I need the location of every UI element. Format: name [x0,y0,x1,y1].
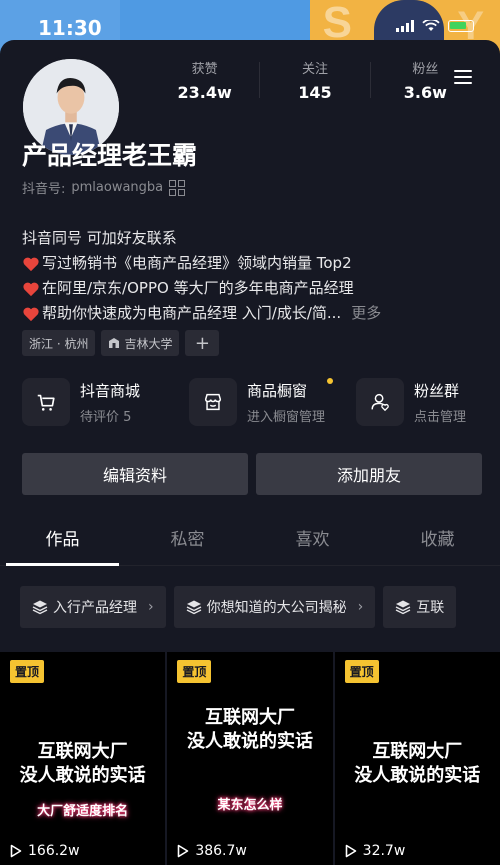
stat-following[interactable]: 关注 145 [260,58,369,102]
chevron-right-icon: › [148,599,154,615]
bio-line: 帮助你快速成为电商产品经理 入门/成长/简... 更多 [22,301,478,326]
service-subtitle: 点击管理 [414,409,467,425]
collection-chip[interactable]: 互联 [383,586,457,628]
collection-chip-label: 你想知道的大公司揭秘 [206,600,347,616]
school-icon [109,338,120,348]
service-title: 粉丝群 [414,381,460,400]
qr-code-icon[interactable] [169,179,186,196]
battery-icon [448,20,474,32]
status-time: 11:30 [38,16,102,40]
tab-likes[interactable]: 喜欢 [250,518,375,565]
bio-line: 在阿里/京东/OPPO 等大厂的多年电商产品经理 [22,276,478,301]
video-title-line: 没人敢说的实话 [354,765,481,786]
cart-icon [22,378,70,426]
service-entries: 抖音商城 待评价 5 商品橱窗 进入橱窗管理 粉丝群 点击管理 [22,377,492,426]
profile-panel: 获赞 23.4w 关注 145 粉丝 3.6w 产品经理老王霸 抖音号: pml… [0,40,500,865]
wifi-icon [422,20,440,31]
bio-line-text: 写过畅销书《电商产品经理》领域内销量 Top2 [42,254,352,272]
video-title-line: 没人敢说的实话 [19,765,146,786]
layers-icon [32,600,48,615]
video-thumbnail[interactable]: 置顶 互联网大厂 没人敢说的实话 大厂舒适度排名 166.2w [0,652,166,865]
video-views-count: 32.7w [362,843,406,859]
service-fan-group[interactable]: 粉丝群 点击管理 [356,378,492,426]
profile-stats: 获赞 23.4w 关注 145 粉丝 3.6w [150,58,480,102]
tab-favorites[interactable]: 收藏 [375,518,500,565]
stat-following-value: 145 [298,83,332,102]
bio-more-link[interactable]: 更多 [351,301,381,326]
fan-group-icon [356,378,404,426]
add-tag-button[interactable]: + [185,330,220,356]
stat-likes[interactable]: 获赞 23.4w [150,58,259,102]
douyin-id-label: 抖音号: [22,182,66,197]
service-title: 商品橱窗 [247,377,334,401]
heart-icon [23,257,39,271]
video-views-count: 166.2w [28,843,80,859]
edit-profile-button[interactable]: 编辑资料 [22,453,248,495]
bio-line-text: 帮助你快速成为电商产品经理 入门/成长/简... [42,304,342,322]
collection-chip-label: 互联 [416,600,445,616]
notification-dot [327,377,334,384]
collection-chip[interactable]: 入行产品经理 › [20,586,166,628]
tab-works[interactable]: 作品 [0,518,125,566]
video-thumbnail[interactable]: 置顶 互联网大厂 没人敢说的实话 某东怎么样 386.7w [167,652,333,865]
profile-actions: 编辑资料 添加朋友 [22,453,482,495]
add-friend-button[interactable]: 添加朋友 [256,453,482,495]
video-grid: 置顶 互联网大厂 没人敢说的实话 大厂舒适度排名 166.2w 置顶 互联网大厂… [0,652,500,865]
service-subtitle: 待评价 5 [80,409,132,425]
douyin-id-row[interactable]: 抖音号: pmlaowangba [22,178,186,197]
location-tag[interactable]: 浙江 · 杭州 [22,330,96,356]
heart-icon [23,282,39,296]
tab-private[interactable]: 私密 [125,518,250,565]
menu-icon[interactable] [454,70,472,84]
layers-icon [186,600,201,615]
shop-window-icon [189,378,237,426]
location-tag-text: 浙江 · 杭州 [29,336,89,351]
service-shop-window[interactable]: 商品橱窗 进入橱窗管理 [189,377,356,426]
school-tag-text: 吉林大学 [124,336,173,351]
video-title-line: 没人敢说的实话 [186,731,313,752]
stat-followers-value: 3.6w [403,83,447,102]
video-views: 32.7w [345,843,406,859]
service-title-text: 商品橱窗 [247,381,308,400]
heart-icon [23,307,39,321]
video-title-line: 互联网大厂 [37,741,128,762]
video-subtitle: 大厂舒适度排名 [37,804,129,819]
profile-bio: 抖音同号 可加好友联系 写过畅销书《电商产品经理》领域内销量 Top2 在阿里/… [22,226,478,326]
video-views-count: 386.7w [195,843,247,859]
stat-likes-value: 23.4w [177,83,232,102]
video-thumbnail[interactable]: 置顶 互联网大厂 没人敢说的实话 32.7w [334,652,500,865]
layers-icon [395,600,411,615]
play-icon [178,844,189,858]
service-title: 抖音商城 [80,381,141,400]
collection-chip-label: 入行产品经理 [53,600,137,616]
signal-icon [396,20,414,32]
pinned-badge: 置顶 [10,660,45,683]
stat-following-label: 关注 [301,62,328,77]
video-subtitle: 某东怎么样 [217,798,283,813]
school-tag[interactable]: 吉林大学 [101,330,180,356]
bio-line: 写过畅销书《电商产品经理》领域内销量 Top2 [22,251,478,276]
bio-line-text: 在阿里/京东/OPPO 等大厂的多年电商产品经理 [42,279,354,297]
profile-tags: 浙江 · 杭州 吉林大学 + [22,330,220,356]
play-icon [345,844,356,858]
bio-line-text: 抖音同号 可加好友联系 [22,229,177,247]
status-icons [396,20,474,32]
video-views: 166.2w [10,843,80,859]
pinned-badge: 置顶 [177,660,212,683]
video-title-line: 互联网大厂 [372,741,463,762]
douyin-id-value: pmlaowangba [71,180,164,195]
video-views: 386.7w [177,843,247,859]
play-icon [10,844,22,858]
stat-likes-label: 获赞 [191,62,218,77]
content-tabs: 作品 私密 喜欢 收藏 [0,518,500,566]
chevron-right-icon: › [357,599,364,615]
profile-name: 产品经理老王霸 [22,141,198,170]
bio-line: 抖音同号 可加好友联系 [22,226,478,251]
service-subtitle: 进入橱窗管理 [247,409,326,425]
video-title-line: 互联网大厂 [204,707,295,728]
collection-chips: 入行产品经理 › 你想知道的大公司揭秘 › 互联 [20,586,457,628]
service-douyin-mall[interactable]: 抖音商城 待评价 5 [22,378,189,426]
pinned-badge: 置顶 [344,660,379,683]
collection-chip[interactable]: 你想知道的大公司揭秘 › [173,586,376,628]
